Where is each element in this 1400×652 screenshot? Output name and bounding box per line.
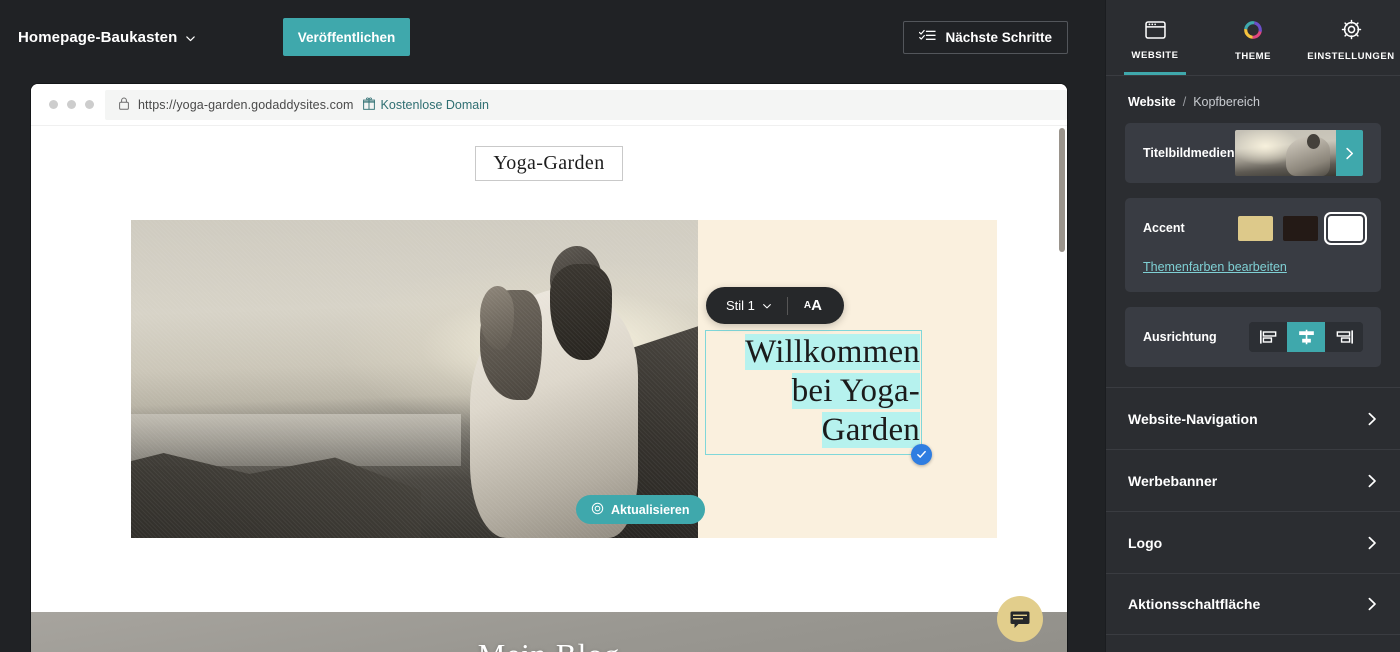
chevron-right-icon[interactable] — [1336, 130, 1363, 176]
tab-theme[interactable]: THEME — [1204, 0, 1302, 75]
sidebar-item-website-navigation[interactable]: Website-Navigation — [1106, 387, 1400, 449]
address-bar[interactable]: https://yoga-garden.godaddysites.com Kos… — [105, 89, 1067, 120]
browser-window-icon — [1144, 20, 1166, 42]
style-select[interactable]: Stil 1 — [712, 298, 787, 313]
site-canvas: Yoga-Garden Stil 1 A A Willkommen bei Yo… — [31, 126, 1067, 652]
alignment-card-row: Ausrichtung — [1143, 307, 1363, 367]
font-size-aa-icon[interactable]: AA — [788, 297, 838, 314]
chevron-right-icon — [1366, 412, 1378, 426]
panel-tabs: WEBSITE THEME EINSTELLUNGEN — [1106, 0, 1400, 76]
breadcrumb-current: Kopfbereich — [1193, 95, 1260, 109]
window-close-dot[interactable] — [49, 100, 58, 109]
top-bar: Homepage-Baukasten Veröffentlichen Nächs… — [0, 0, 1105, 75]
gift-icon — [362, 96, 375, 113]
media-thumbnail[interactable] — [1235, 130, 1363, 176]
accent-swatch-white[interactable] — [1328, 215, 1363, 241]
tab-website[interactable]: WEBSITE — [1106, 0, 1204, 75]
publish-button[interactable]: Veröffentlichen — [283, 18, 410, 56]
site-title[interactable]: Yoga-Garden — [475, 145, 623, 181]
site-preview-window: https://yoga-garden.godaddysites.com Kos… — [31, 84, 1067, 652]
breadcrumb-root[interactable]: Website — [1128, 95, 1176, 109]
gear-icon — [1341, 19, 1362, 43]
media-card-label: Titelbildmedien — [1143, 146, 1235, 160]
site-header: Yoga-Garden — [31, 126, 1067, 200]
hero-headline: Willkommen bei Yoga- Garden — [708, 333, 920, 450]
url-text: https://yoga-garden.godaddysites.com — [138, 97, 354, 112]
next-steps-label: Nächste Schritte — [945, 30, 1052, 45]
accent-swatch-tan[interactable] — [1238, 215, 1273, 241]
sidebar-item-label: Website-Navigation — [1128, 410, 1258, 427]
brand-menu[interactable]: Homepage-Baukasten — [16, 25, 198, 50]
hero-headline-line-3: Garden — [821, 411, 920, 448]
sidebar-item-label: Logo — [1128, 534, 1163, 551]
right-panel: WEBSITE THEME EINSTELLUNGEN Website / Ko… — [1105, 0, 1400, 652]
panel-nav-list: Website-Navigation Werbebanner Logo Akti… — [1106, 387, 1400, 635]
hero-headline-line-1: Willkommen — [745, 334, 920, 370]
update-image-label: Aktualisieren — [611, 502, 690, 517]
chevron-down-icon — [762, 301, 773, 312]
preview-scrollbar-thumb[interactable] — [1059, 128, 1065, 252]
align-left-icon[interactable] — [1249, 322, 1287, 352]
chevron-right-icon — [1366, 536, 1378, 550]
tab-settings[interactable]: EINSTELLUNGEN — [1302, 0, 1400, 75]
font-size-small-a: A — [803, 300, 812, 311]
editor-area: Homepage-Baukasten Veröffentlichen Nächs… — [0, 0, 1105, 652]
chevron-right-icon — [1366, 597, 1378, 611]
tab-theme-label: THEME — [1235, 50, 1271, 62]
font-size-big-a: A — [811, 297, 822, 314]
sidebar-item-logo[interactable]: Logo — [1106, 511, 1400, 573]
sidebar-item-aktionsschaltflaeche[interactable]: Aktionsschaltfläche — [1106, 573, 1400, 635]
alignment-label: Ausrichtung — [1143, 330, 1217, 344]
align-center-icon[interactable] — [1287, 322, 1325, 352]
accent-card: Accent Themenfarben bearbeiten — [1125, 198, 1381, 292]
app-root: Homepage-Baukasten Veröffentlichen Nächs… — [0, 0, 1400, 652]
brand-label: Homepage-Baukasten — [18, 29, 178, 46]
sidebar-item-werbebanner[interactable]: Werbebanner — [1106, 449, 1400, 511]
hero-image[interactable] — [131, 220, 698, 538]
window-minimize-dot[interactable] — [67, 100, 76, 109]
tab-settings-label: EINSTELLUNGEN — [1307, 51, 1395, 62]
alignment-card: Ausrichtung — [1125, 307, 1381, 367]
hero-grain-overlay — [131, 220, 698, 538]
media-thumbnail-image — [1235, 130, 1336, 176]
style-label: Stil 1 — [726, 298, 755, 313]
accent-card-row: Accent — [1143, 198, 1363, 258]
accent-swatches — [1238, 215, 1363, 241]
chevron-right-icon — [1366, 474, 1378, 488]
free-domain-link[interactable]: Kostenlose Domain — [362, 96, 489, 113]
tab-website-label: WEBSITE — [1131, 49, 1179, 61]
update-image-button[interactable]: Aktualisieren — [576, 495, 705, 524]
sidebar-item-label: Werbebanner — [1128, 472, 1218, 489]
blog-title: Mein Blog — [31, 612, 1067, 652]
accent-swatch-dark-brown[interactable] — [1283, 215, 1318, 241]
breadcrumb-separator: / — [1182, 95, 1187, 109]
color-wheel-icon — [1243, 20, 1263, 43]
media-thumbnail-head — [1307, 134, 1320, 149]
blog-section[interactable]: Mein Blog — [31, 612, 1067, 652]
alignment-options — [1249, 322, 1363, 352]
checklist-icon — [919, 29, 936, 46]
breadcrumb: Website / Kopfbereich — [1106, 76, 1400, 123]
free-domain-label: Kostenlose Domain — [380, 97, 489, 112]
window-controls — [31, 100, 94, 109]
sidebar-item-label: Aktionsschaltfläche — [1128, 596, 1261, 612]
chevron-down-icon — [185, 33, 196, 44]
hero-headline-editor[interactable]: Willkommen bei Yoga- Garden — [705, 330, 932, 465]
edit-theme-colors-link[interactable]: Themenfarben bearbeiten — [1143, 260, 1287, 274]
hero-section: Stil 1 AA Willkommen bei Yoga- Garden Ak… — [131, 220, 997, 538]
check-circle-icon[interactable] — [911, 443, 932, 465]
hero-headline-line-2: bei Yoga- — [791, 372, 920, 409]
style-toolbar: Stil 1 AA — [706, 287, 844, 324]
align-right-icon[interactable] — [1325, 322, 1363, 352]
hero-text-panel: Stil 1 AA Willkommen bei Yoga- Garden — [698, 220, 997, 538]
media-card: Titelbildmedien — [1125, 123, 1381, 183]
browser-chrome-bar: https://yoga-garden.godaddysites.com Kos… — [31, 84, 1067, 126]
next-steps-button[interactable]: Nächste Schritte — [903, 21, 1068, 54]
lock-icon — [119, 97, 129, 113]
window-maximize-dot[interactable] — [85, 100, 94, 109]
media-card-row: Titelbildmedien — [1143, 123, 1363, 183]
accent-label: Accent — [1143, 221, 1185, 235]
chat-bubble-icon[interactable] — [997, 596, 1043, 642]
camera-refresh-icon — [591, 502, 604, 518]
